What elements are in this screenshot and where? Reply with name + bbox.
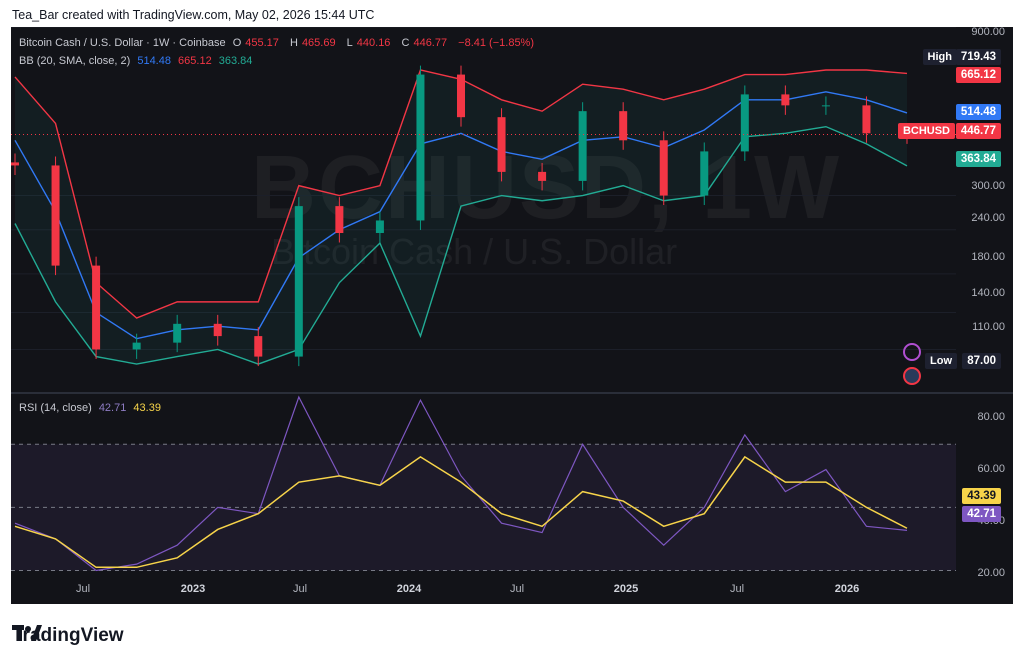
price-tick: 140.00 xyxy=(971,287,1005,299)
bb-basis-tag: 514.48 xyxy=(955,104,1001,120)
bb-basis-value: 514.48 xyxy=(137,55,171,67)
candle-body xyxy=(294,206,303,357)
chart-frame[interactable]: BCHUSD, 1W Bitcoin Cash / U.S. Dollar Bi… xyxy=(11,27,1013,604)
bb-legend: BB (20, SMA, close, 2) 514.48 665.12 363… xyxy=(19,55,256,67)
price-tick: 300.00 xyxy=(971,180,1005,192)
high-value: 465.69 xyxy=(301,37,336,49)
rsi-legend: RSI (14, close) 42.71 43.39 xyxy=(19,402,165,414)
candle-body xyxy=(335,206,344,233)
low-marker-label: Low xyxy=(925,353,957,369)
close-value: 446.77 xyxy=(413,37,448,49)
candle-body xyxy=(659,140,668,196)
x-tick: 2025 xyxy=(613,583,639,595)
candle-body xyxy=(132,342,141,350)
candle-body xyxy=(213,323,222,337)
rsi-legend-name: RSI (14, close) xyxy=(19,402,92,414)
candle-body xyxy=(375,220,384,233)
candle-body xyxy=(538,171,547,181)
price-tick: 900.00 xyxy=(971,27,1005,38)
low-marker-value: 87.00 xyxy=(962,353,1001,369)
candle-body xyxy=(821,105,830,107)
candle-body xyxy=(416,74,425,221)
change-value: −8.41 (−1.85%) xyxy=(458,37,535,49)
low-value: 440.16 xyxy=(356,37,391,49)
x-tick: Jul xyxy=(292,583,308,595)
candle-body xyxy=(51,165,60,266)
candle-body xyxy=(173,323,182,343)
rsi-tick: 80.00 xyxy=(977,411,1005,423)
high-marker-label: High xyxy=(922,49,957,65)
rsi-tick: 20.00 xyxy=(977,567,1005,579)
open-value: 455.17 xyxy=(245,37,279,49)
us-flag-event-icon[interactable] xyxy=(903,367,921,385)
lightning-event-icon[interactable] xyxy=(903,343,921,361)
last-price-tag: 446.77 xyxy=(955,123,1001,139)
candle-body xyxy=(254,336,263,357)
main-legend: Bitcoin Cash / U.S. Dollar · 1W · Coinba… xyxy=(19,37,535,49)
price-chart-svg[interactable] xyxy=(11,27,1013,604)
symbol-label: Bitcoin Cash / U.S. Dollar · 1W · Coinba… xyxy=(19,37,226,49)
rsi-tag: 42.71 xyxy=(962,506,1001,522)
symbol-tag: BCHUSD xyxy=(897,123,955,139)
x-tick: 2023 xyxy=(180,583,206,595)
rsi-ma-legend-value: 43.39 xyxy=(133,402,161,414)
tradingview-logo-icon xyxy=(12,625,42,641)
x-tick: Jul xyxy=(729,583,745,595)
x-tick: Jul xyxy=(75,583,91,595)
bb-upper-value: 665.12 xyxy=(178,55,212,67)
high-marker-value: 719.43 xyxy=(955,49,1001,65)
candle-body xyxy=(497,117,506,172)
bb-lower-value: 363.84 xyxy=(218,55,253,67)
bb-upper-tag: 665.12 xyxy=(955,67,1001,83)
x-tick: 2026 xyxy=(834,583,860,595)
candle-body xyxy=(781,94,790,106)
x-tick: Jul xyxy=(509,583,525,595)
rsi-legend-value: 42.71 xyxy=(98,402,127,414)
x-tick: 2024 xyxy=(396,583,422,595)
candle-body xyxy=(862,105,871,134)
candle-body xyxy=(619,111,628,141)
candle-body xyxy=(92,265,101,350)
candle-body xyxy=(578,111,587,181)
rsi-ma-tag: 43.39 xyxy=(962,488,1001,504)
candle-body xyxy=(700,151,709,196)
candle-body xyxy=(740,94,749,152)
tradingview-logo: TradingView xyxy=(12,625,124,647)
bb-lower-tag: 363.84 xyxy=(955,151,1001,167)
rsi-tick: 60.00 xyxy=(977,463,1005,475)
price-tick: 180.00 xyxy=(971,251,1005,263)
candle-body xyxy=(457,74,465,118)
candle-body xyxy=(11,162,19,166)
bb-legend-name: BB (20, SMA, close, 2) xyxy=(19,55,131,67)
price-tick: 240.00 xyxy=(971,212,1005,224)
price-tick: 110.00 xyxy=(972,321,1005,333)
chart-caption: Tea_Bar created with TradingView.com, Ma… xyxy=(12,8,375,22)
